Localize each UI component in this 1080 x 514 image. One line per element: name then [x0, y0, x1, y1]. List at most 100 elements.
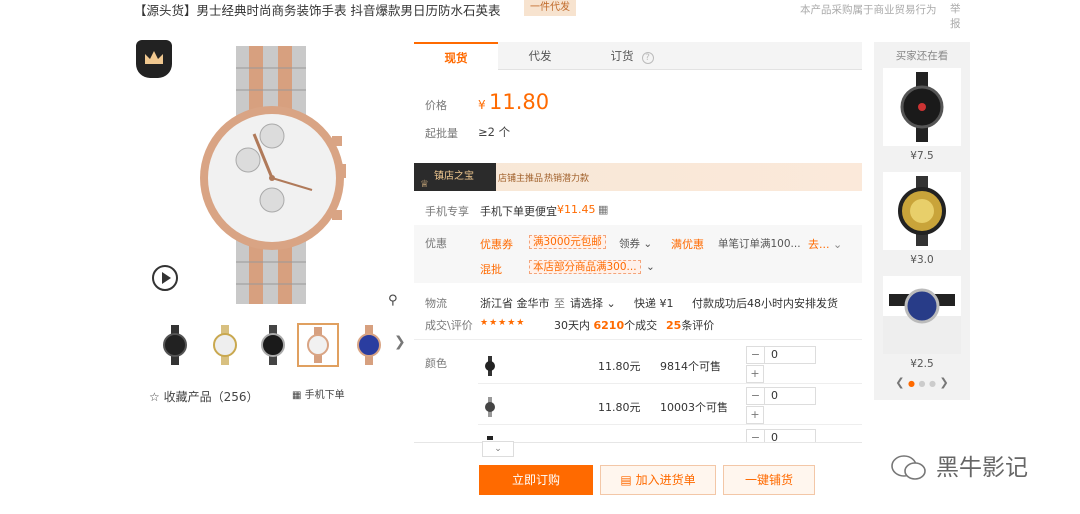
mixed-batch-label: 混批	[480, 263, 502, 276]
carousel-dot-active[interactable]: ●	[908, 379, 915, 388]
thumbnail-next-icon[interactable]: ❯	[394, 334, 406, 350]
decrement-button[interactable]: −	[747, 347, 765, 363]
quantity-value[interactable]: 0	[771, 389, 778, 402]
mixed-batch-value[interactable]: 本店部分商品满300...	[529, 260, 641, 274]
dropship-badge[interactable]: 一件代发	[524, 0, 576, 16]
add-to-cart-button[interactable]: ▤ 加入进货单	[600, 465, 716, 495]
tab-preorder[interactable]: 订货?	[582, 42, 682, 70]
recommended-item-image[interactable]	[883, 68, 961, 146]
watermark-text: 黑牛影记	[936, 455, 1028, 481]
decrement-button[interactable]: −	[747, 388, 765, 404]
quantity-stepper[interactable]: − 0	[746, 346, 816, 364]
rating-stars-icon: ★★★★★	[480, 318, 526, 328]
mobile-exclusive-price: ¥11.45	[557, 203, 596, 216]
price-value: 11.80	[489, 90, 550, 114]
favorite-label: 收藏产品（256）	[163, 390, 259, 404]
play-video-icon[interactable]	[152, 265, 178, 291]
recommended-item-image[interactable]	[883, 172, 961, 250]
chevron-down-icon[interactable]: ⌄	[646, 261, 655, 273]
sku-row: 11.80元 9814个可售 − 0 +	[478, 346, 862, 384]
recommended-item-price: ¥7.5	[910, 150, 934, 162]
thumbnail-black[interactable]	[154, 323, 196, 367]
sku-price: 11.80元	[598, 401, 641, 414]
shop-tag-featured: 店铺主推品	[498, 174, 544, 184]
full-discount-value: 单笔订单满100...	[718, 238, 801, 250]
destination-select[interactable]: 请选择 ⌄	[570, 295, 616, 311]
deal-count: 30天内 6210个成交	[554, 319, 658, 332]
carousel-dot[interactable]: ●	[929, 379, 936, 388]
quantity-stepper[interactable]: − 0	[746, 429, 816, 442]
full-discount-action[interactable]: 去... ⌄	[808, 236, 842, 252]
shipping-promise: 付款成功后48小时内安排发货	[692, 297, 838, 310]
coupon-value[interactable]: 满3000元包邮	[529, 235, 606, 249]
review-count-link[interactable]: 25条评价	[666, 317, 714, 333]
shop-treasure-badge: ♕ 镇店之宝	[414, 163, 496, 191]
min-qty-label: 起批量	[425, 127, 458, 140]
carousel-nav[interactable]: ❮ ● ● ● ❯	[874, 376, 970, 389]
tab-dropship[interactable]: 代发	[498, 42, 582, 70]
quantity-value[interactable]: 0	[771, 348, 778, 361]
sku-thumbnail-black[interactable]	[484, 356, 496, 376]
thumbnail-strip	[154, 323, 394, 367]
thumbnail-blue[interactable]	[348, 323, 390, 367]
order-now-button[interactable]: 立即订购	[479, 465, 593, 495]
promotions-label: 优惠	[425, 237, 447, 250]
mobile-exclusive-text: 手机下单更便宜	[480, 205, 557, 218]
decrement-button[interactable]: −	[747, 430, 765, 442]
chevron-down-icon: ⌄	[643, 238, 653, 250]
tab-in-stock[interactable]: 现货	[414, 42, 498, 70]
full-discount-label: 满优惠	[671, 238, 704, 251]
thumbnail-rose-gold[interactable]	[297, 323, 339, 367]
chevron-down-icon: ⌄	[606, 297, 616, 310]
min-qty-value: ≥2 个	[478, 125, 511, 139]
logistics-origin: 浙江省 金华市	[480, 297, 550, 310]
divider	[414, 339, 862, 340]
shop-treasure-banner[interactable]: ♕ 镇店之宝 店铺主推品 热销潜力款	[414, 163, 862, 191]
purchase-list-icon: ▤	[620, 473, 632, 487]
one-click-distribute-button[interactable]: 一键铺货	[723, 465, 815, 495]
sku-row: − 0	[478, 428, 862, 442]
logistics-to: 至	[554, 297, 565, 310]
recommended-item-price: ¥3.0	[910, 254, 934, 266]
recommended-item-price: ¥2.5	[910, 358, 934, 370]
sku-thumbnail-silver[interactable]	[484, 397, 496, 417]
also-viewed-title: 买家还在看	[895, 50, 949, 62]
trade-notice: 本产品采购属于商业贸易行为	[800, 4, 937, 16]
increment-button[interactable]: +	[746, 365, 764, 383]
chevron-left-icon[interactable]: ❮	[895, 376, 904, 389]
sku-row: 11.80元 10003个可售 − 0 +	[478, 387, 862, 425]
claim-coupon-link[interactable]: 领券 ⌄	[619, 236, 652, 251]
sku-stock: 9814个可售	[660, 360, 721, 373]
color-label: 颜色	[425, 357, 447, 370]
purchase-mode-tabs: 现货 代发 订货?	[414, 42, 862, 70]
increment-button[interactable]: +	[746, 406, 764, 424]
reviews-label: 成交\评价	[425, 319, 473, 332]
zoom-icon[interactable]: ⚲	[388, 293, 398, 308]
qr-code-icon[interactable]: ▦	[598, 203, 608, 216]
mobile-order-label: 手机下单	[304, 390, 345, 401]
wechat-icon	[890, 454, 926, 482]
help-icon[interactable]: ?	[641, 52, 654, 64]
quantity-stepper[interactable]: − 0	[746, 387, 816, 405]
mobile-order-link[interactable]: ▦ 手机下单	[292, 386, 345, 401]
expand-more-icon[interactable]: ⌄	[482, 441, 514, 457]
quantity-value[interactable]: 0	[771, 431, 778, 442]
crown-badge-icon	[136, 40, 172, 78]
favorite-button[interactable]: ☆ 收藏产品（256）	[149, 388, 259, 405]
logistics-label: 物流	[425, 297, 447, 310]
shop-tag-hot: 热销潜力款	[544, 174, 590, 184]
express-fee: 快递 ¥1	[634, 297, 674, 310]
recommended-item-image[interactable]	[883, 276, 961, 354]
thumbnail-gold[interactable]	[204, 323, 246, 367]
carousel-dot[interactable]: ●	[919, 379, 926, 388]
crown-icon: ♕	[420, 179, 429, 190]
thumbnail-black-silver[interactable]	[252, 323, 294, 367]
product-title: 【源头货】男士经典时尚商务装饰手表 抖音爆款男日历防水石英表	[134, 3, 501, 18]
coupon-label: 优惠券	[480, 238, 513, 251]
chevron-right-icon[interactable]: ❯	[939, 376, 948, 389]
report-link[interactable]: 举报	[950, 2, 962, 32]
also-viewed-panel: 买家还在看 ¥7.5 ¥3.0 ¥2.5 ❮ ● ● ● ❯	[874, 42, 970, 400]
sku-stock: 10003个可售	[660, 401, 728, 414]
sku-price: 11.80元	[598, 360, 641, 373]
mobile-exclusive-label: 手机专享	[425, 205, 469, 218]
